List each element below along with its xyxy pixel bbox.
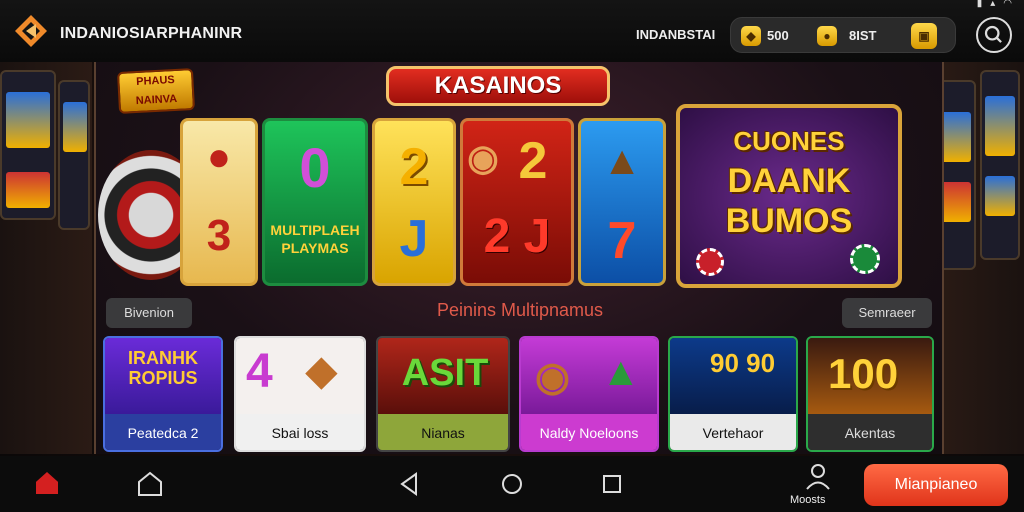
game-title: Sbai loss (236, 414, 364, 450)
game-card[interactable]: IRANHK ROPIUS Peatedca 2 (103, 336, 223, 452)
game-card[interactable]: 90 90 Vertehaor (668, 336, 798, 452)
signal-icon: ▴ (990, 0, 996, 9)
game-card[interactable]: ASIT Nianas (376, 336, 510, 452)
battery-icon: ▮ (976, 0, 983, 9)
fox-icon: ◆ (306, 349, 337, 393)
tomato-icon: ● (206, 135, 232, 179)
coin-icon: ◆ (741, 26, 761, 46)
game-card[interactable]: 100 Akentas (806, 336, 934, 452)
reel-symbol: 2 (518, 132, 548, 190)
filter-right-button[interactable]: Semraeer (842, 298, 932, 328)
slot-machine-image (980, 70, 1020, 260)
slot-reel-2: 0 MULTIPLAEH PLAYMAS (262, 118, 368, 286)
game-art-text: IRANHK ROPIUS (128, 348, 198, 388)
dog-icon: ◉ (535, 355, 570, 399)
leprechaun-icon: ▲ (601, 350, 641, 394)
bonus-line-2: DAANK (727, 162, 851, 200)
slot-machine-image (0, 70, 56, 220)
promo-badge[interactable]: PHAUS NAINVA (116, 68, 196, 114)
reel-symbol: J (399, 210, 429, 268)
rewards-icon[interactable]: ▣ (911, 23, 937, 49)
game-art-text: 90 90 (710, 348, 776, 378)
slot-reel-3: 2 J (372, 118, 456, 286)
reel-symbol: 3 (206, 211, 232, 260)
dog-icon: ◉ (467, 137, 499, 178)
recents-icon[interactable] (598, 470, 626, 498)
reel-symbol: 0 (299, 136, 331, 199)
search-icon[interactable] (976, 17, 1012, 53)
section-title: Peinins Multipnamus (436, 300, 604, 320)
game-card[interactable]: 4 ◆ Sbai loss (234, 336, 366, 452)
reel-symbol: 2 (399, 138, 429, 196)
game-art: ASIT (378, 338, 508, 414)
machine-screen (941, 112, 971, 162)
reel-symbol: 7 (607, 212, 637, 270)
poker-chip-icon (696, 248, 724, 276)
slot-reel-1: ● 3 (180, 118, 258, 286)
game-art: IRANHK ROPIUS (105, 338, 221, 414)
machine-screen (985, 96, 1015, 156)
bonus-panel[interactable]: CUONES DAANK BUMOS (676, 104, 902, 288)
game-art: 90 90 (670, 338, 796, 414)
top-bar: INDANIOSIARPHANINR ▮ ▴ ◠ INDANBSTAI ◆ 50… (0, 0, 1024, 62)
machine-screen (985, 176, 1015, 216)
wifi-icon: ◠ (1003, 0, 1012, 9)
logo-icon[interactable] (14, 14, 48, 48)
slot-reel-4: 2 ◉ 2 J (460, 118, 574, 286)
cta-button[interactable]: Mianpianeo (864, 464, 1008, 506)
machine-screen (6, 172, 50, 208)
game-title: Vertehaor (670, 414, 796, 450)
game-art: 4 ◆ (236, 338, 364, 414)
slot-reel-5: ▲ 7 (578, 118, 666, 286)
app-root: INDANIOSIARPHANINR ▮ ▴ ◠ INDANBSTAI ◆ 50… (0, 0, 1024, 512)
poker-chip-icon (850, 244, 880, 274)
house-outline-icon[interactable] (136, 470, 164, 498)
bonus-line-3: BUMOS (725, 202, 853, 240)
brand-label: INDANBSTAI (636, 27, 716, 42)
game-art-text: ASIT (401, 352, 489, 394)
game-art: ◉ ▲ (521, 338, 657, 414)
bonus-line-1: CUONES (733, 126, 845, 156)
gem-icon: ● (817, 26, 837, 46)
account-icon[interactable] (804, 462, 832, 490)
game-title: Naldy Noeloons (521, 414, 657, 450)
machine-screen (941, 182, 971, 222)
coin-balance: 500 (767, 28, 789, 43)
filter-left-button[interactable]: Bivenion (106, 298, 192, 328)
back-icon[interactable] (396, 470, 424, 498)
gem-balance: 8IST (849, 28, 877, 43)
game-title: Nianas (378, 414, 508, 450)
app-title: INDANIOSIARPHANINR (60, 25, 243, 42)
reel-multiplier-label: MULTIPLAEH PLAYMAS (270, 222, 360, 256)
right-slot-machines (932, 62, 1024, 454)
game-card[interactable]: ◉ ▲ Naldy Noeloons (519, 336, 659, 452)
account-label: Moosts (790, 494, 826, 506)
machine-screen (63, 102, 87, 152)
game-title: Peatedca 2 (105, 414, 221, 450)
game-art-text: 4 (246, 345, 273, 398)
home-circle-icon[interactable] (498, 470, 526, 498)
wallet-bar[interactable]: ◆ 500 ● 8IST ▣ (730, 17, 956, 53)
game-art-text: 100 (828, 350, 899, 397)
home-icon[interactable] (36, 472, 58, 494)
left-slot-machines (0, 62, 92, 454)
game-art: 100 (808, 338, 932, 414)
game-title: Akentas (808, 414, 932, 450)
status-icons: ▮ ▴ ◠ (977, 0, 1012, 9)
slot-machine-image (58, 80, 90, 230)
banner-title: KASAINOS (386, 66, 610, 106)
reel-symbol: 2 J (483, 210, 551, 263)
leprechaun-icon: ▲ (602, 139, 642, 183)
machine-screen (6, 92, 50, 148)
